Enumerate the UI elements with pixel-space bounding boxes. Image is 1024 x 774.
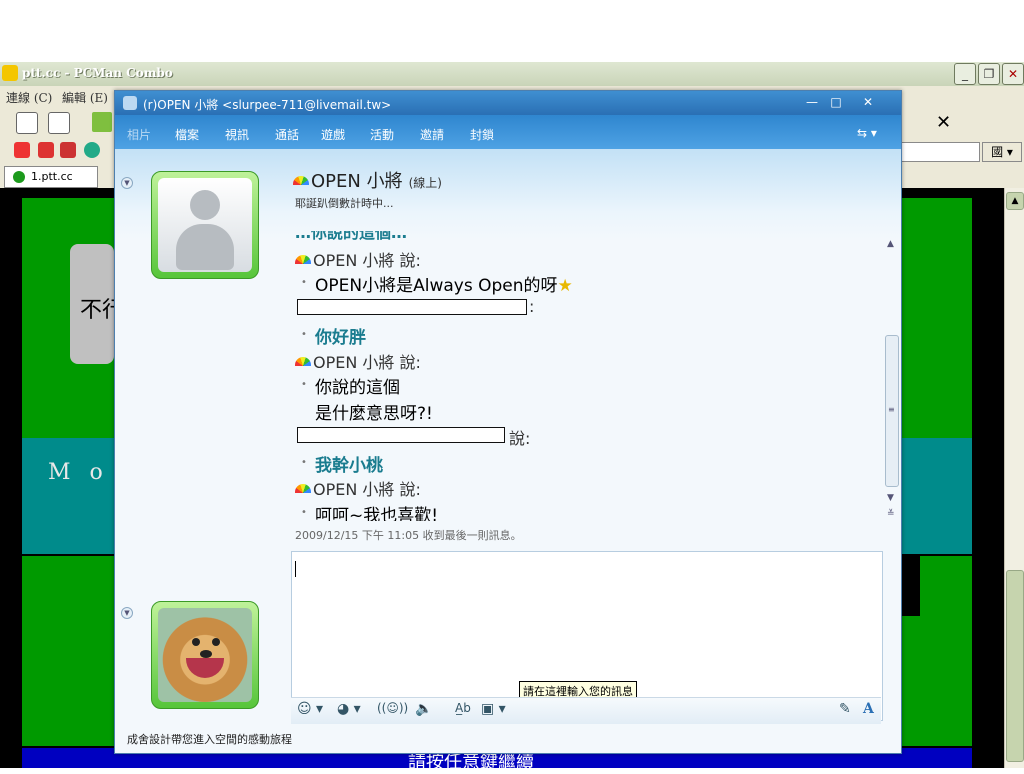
menu-games[interactable]: 遊戲 [321,126,345,143]
scroll-up-icon[interactable]: ▲ [887,239,894,249]
msn-close-icon[interactable]: ✕ [857,93,879,111]
contact-avatar[interactable] [151,171,259,279]
text-caret [295,561,296,577]
contact-name: OPEN 小將 (線上) [293,167,442,193]
globe-icon[interactable] [84,142,100,158]
font-icon[interactable]: A [863,701,874,717]
address-input[interactable] [900,142,980,162]
contact-personal-message: 耶誕趴倒數計時中... [295,197,394,210]
default-user-icon [158,178,252,272]
address-dropdown-button[interactable]: 國 ▾ [982,142,1022,162]
msn-window-title: (r)OPEN 小將 <slurpee-711@livemail.tw> [143,98,392,112]
speaker-name: OPEN 小將 說: [313,480,421,499]
message-text: 呵呵~我也喜歡! [315,506,439,521]
menu-files[interactable]: 檔案 [175,126,199,143]
rainbow-icon [295,357,311,366]
last-message-timestamp: 2009/12/15 下午 11:05 收到最後一則訊息。 [295,529,522,542]
voice-clip-icon[interactable]: 🔈 [415,701,432,717]
speaker-line: OPEN 小將 說: [295,349,421,373]
tab-label: 1.ptt.cc [31,170,73,183]
background-icon[interactable]: ▣ ▾ [481,701,506,717]
scroll-up-icon[interactable]: ▲ [1006,192,1024,210]
rainbow-icon [295,255,311,264]
close-icon[interactable]: ✕ [1002,63,1024,85]
history-icon[interactable] [60,142,76,158]
redacted-name [297,427,505,443]
msn-window-icon [123,96,137,110]
pcman-window-title: ptt.cc - PCMan Combo [22,66,173,80]
speaker-name: OPEN 小將 說: [313,251,421,270]
nudge-icon[interactable]: ((☺)) [377,701,408,715]
font-style-icon[interactable]: A̲b [455,701,471,715]
msn-chat-window: (r)OPEN 小將 <slurpee-711@livemail.tw> — □… [114,90,902,754]
pcman-app-icon [2,65,18,81]
grip-icon: ≡ [888,405,895,414]
maximize-icon[interactable]: ❐ [978,63,1000,85]
emoticon-icon[interactable]: ☺ ▾ [297,701,323,717]
speaker-line: OPEN 小將 說: [295,247,421,271]
share-options-icon[interactable]: ⇆ ▾ [857,126,877,140]
terminal-art [900,556,920,616]
message-text: 你說的這個 [315,378,400,398]
minimize-icon[interactable]: _ [954,63,976,85]
dog-avatar-icon [158,608,252,702]
bullet-icon: • [301,457,307,468]
self-avatar[interactable] [151,601,259,709]
menu-block[interactable]: 封鎖 [470,126,494,143]
menu-connect[interactable]: 連線 (C) [6,89,52,106]
wink-icon[interactable]: ◕ ▾ [337,701,361,717]
message-text: 我幹小桃 [315,456,383,476]
handwriting-icon[interactable]: ✎ [839,701,851,717]
conversation-history[interactable]: …你說的這個… OPEN 小將 說: • OPEN小將是Always Open的… [291,231,881,521]
expand-icon[interactable]: ≚ [887,509,895,519]
message-body: OPEN小將是Always Open的呀 [315,276,558,296]
rainbow-icon [295,484,311,493]
bullet-icon: • [301,507,307,518]
close-tab-icon[interactable]: ✕ [936,112,951,133]
bullet-icon: • [301,379,307,390]
scroll-down-icon[interactable]: ▼ [887,493,894,503]
redacted-name [297,299,527,315]
connected-icon [13,171,25,183]
menu-photos[interactable]: 相片 [127,126,151,143]
speaker-name: OPEN 小將 說: [313,353,421,372]
tab-pttcc[interactable]: 1.ptt.cc [4,166,98,188]
bullet-icon: • [301,277,307,288]
partial-message: …你說的這個… [295,231,408,242]
contact-status: (線上) [408,176,442,190]
msn-minimize-icon[interactable]: — [801,93,823,111]
menu-video[interactable]: 視訊 [225,126,249,143]
terminal-scroll-thumb[interactable] [1006,570,1024,762]
collapse-self-icon[interactable]: ▼ [121,607,133,619]
new-connection-icon[interactable] [48,112,70,134]
contact-name-text: OPEN 小將 [311,171,403,192]
speaker-me: 說: [509,429,531,448]
rainbow-icon [293,176,309,185]
favorite-icon[interactable] [38,142,54,158]
message-text: 是什麼意思呀?! [315,404,433,424]
msn-maximize-icon[interactable]: □ [825,93,847,111]
message-text: 你好胖 [315,328,366,348]
menu-activities[interactable]: 活動 [370,126,394,143]
back-arrow-icon[interactable] [92,112,112,132]
menu-call[interactable]: 通話 [275,126,299,143]
sitelist-icon[interactable] [16,112,38,134]
menu-edit[interactable]: 編輯 (E) [62,89,108,106]
message-text: OPEN小將是Always Open的呀★ [315,271,573,296]
speaker-line: OPEN 小將 說: [295,476,421,500]
footer-ad-text[interactable]: 成舍設計帶您進入空間的感動旅程 [127,731,292,747]
menu-invite[interactable]: 邀請 [420,126,444,143]
star-emoticon-icon: ★ [557,276,573,296]
home-icon[interactable] [14,142,30,158]
collapse-contact-icon[interactable]: ▼ [121,177,133,189]
speaker-me: : [529,297,535,316]
bullet-icon: • [301,329,307,340]
